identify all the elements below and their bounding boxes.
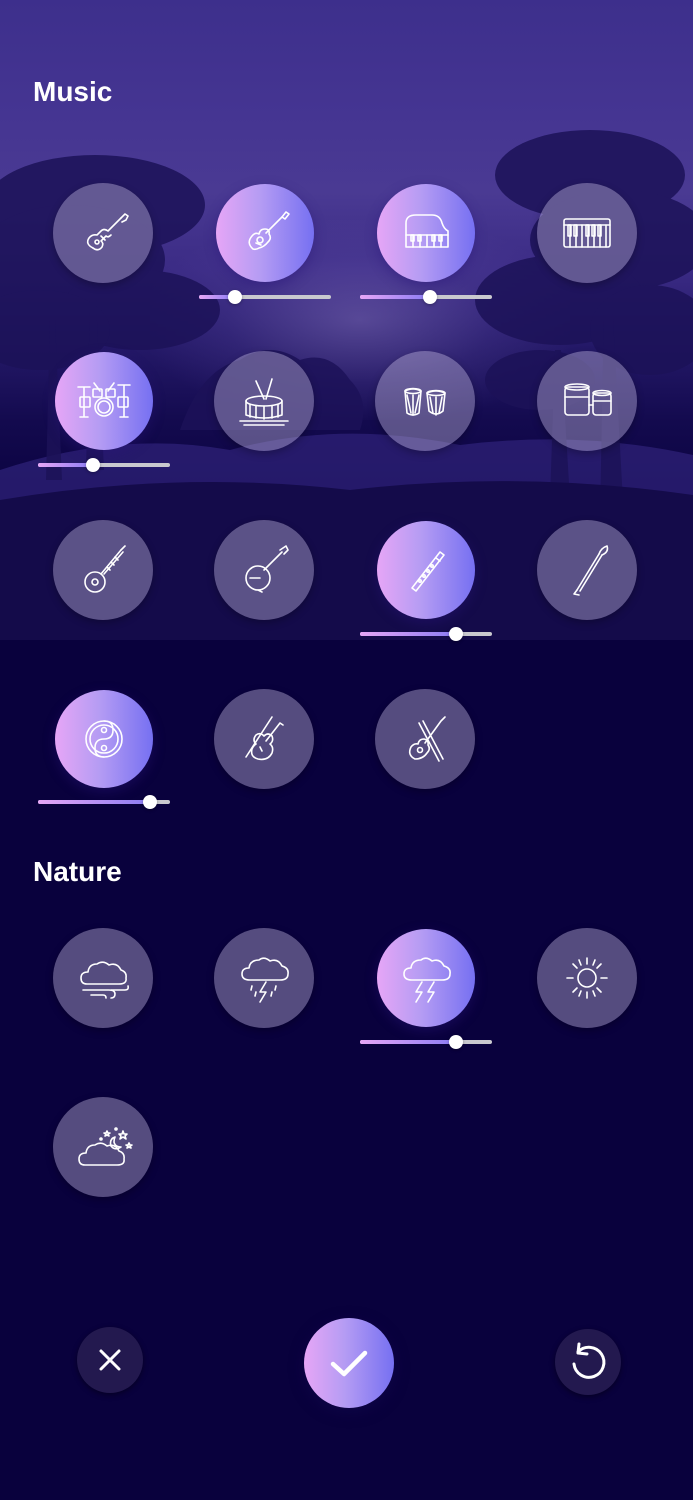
guitar-violin-icon [408,716,446,762]
flute-button[interactable] [377,521,475,619]
night-cloud-icon [78,1127,133,1166]
electric-guitar-icon [86,213,129,251]
cloud-wind-icon [80,961,129,999]
grand-piano-button[interactable] [377,184,475,282]
violin-icon [245,716,284,761]
shehnai-button[interactable] [537,520,637,620]
confirm-button[interactable] [304,1318,394,1408]
tabla-icon [404,387,446,416]
thunderstorm-volume-slider[interactable] [360,1034,492,1050]
yin-yang-icon [85,720,123,758]
close-button[interactable] [77,1327,143,1393]
sitar-button[interactable] [53,520,153,620]
check-icon [330,1350,368,1377]
bongos-icon [564,383,612,416]
sun-icon [566,957,608,999]
banjo-icon [245,545,289,593]
music-section-title: Music [33,76,113,107]
rain-lightning-button[interactable] [214,928,314,1028]
grand-piano-volume-slider[interactable] [360,289,492,305]
reset-icon [572,1342,606,1379]
keyboard-button[interactable] [537,183,637,283]
keyboard-icon [563,218,611,248]
snare-drum-icon [239,378,289,426]
sitar-icon [84,545,126,593]
acoustic-guitar-volume-slider[interactable] [199,289,331,305]
yin-yang-button[interactable] [55,690,153,788]
guitar-violin-button[interactable] [375,689,475,789]
drum-kit-volume-slider[interactable] [38,457,170,473]
grand-piano-icon [405,214,449,248]
thunderstorm-icon [403,957,451,1003]
close-icon [99,1349,121,1371]
shehnai-icon [573,545,609,596]
sun-button[interactable] [537,928,637,1028]
flute-icon [411,551,445,592]
bongos-button[interactable] [537,351,637,451]
rain-lightning-icon [241,957,289,1003]
violin-button[interactable] [214,689,314,789]
drum-kit-button[interactable] [55,352,153,450]
acoustic-guitar-button[interactable] [216,184,314,282]
cloud-wind-button[interactable] [53,928,153,1028]
yin-yang-volume-slider[interactable] [38,794,170,810]
nature-section-title: Nature [33,856,122,887]
flute-volume-slider[interactable] [360,626,492,642]
banjo-button[interactable] [214,520,314,620]
drum-kit-icon [77,382,131,418]
tabla-button[interactable] [375,351,475,451]
reset-button[interactable] [555,1329,621,1395]
thunderstorm-button[interactable] [377,929,475,1027]
night-cloud-button[interactable] [53,1097,153,1197]
acoustic-guitar-icon [248,211,290,251]
electric-guitar-button[interactable] [53,183,153,283]
snare-drum-button[interactable] [214,351,314,451]
